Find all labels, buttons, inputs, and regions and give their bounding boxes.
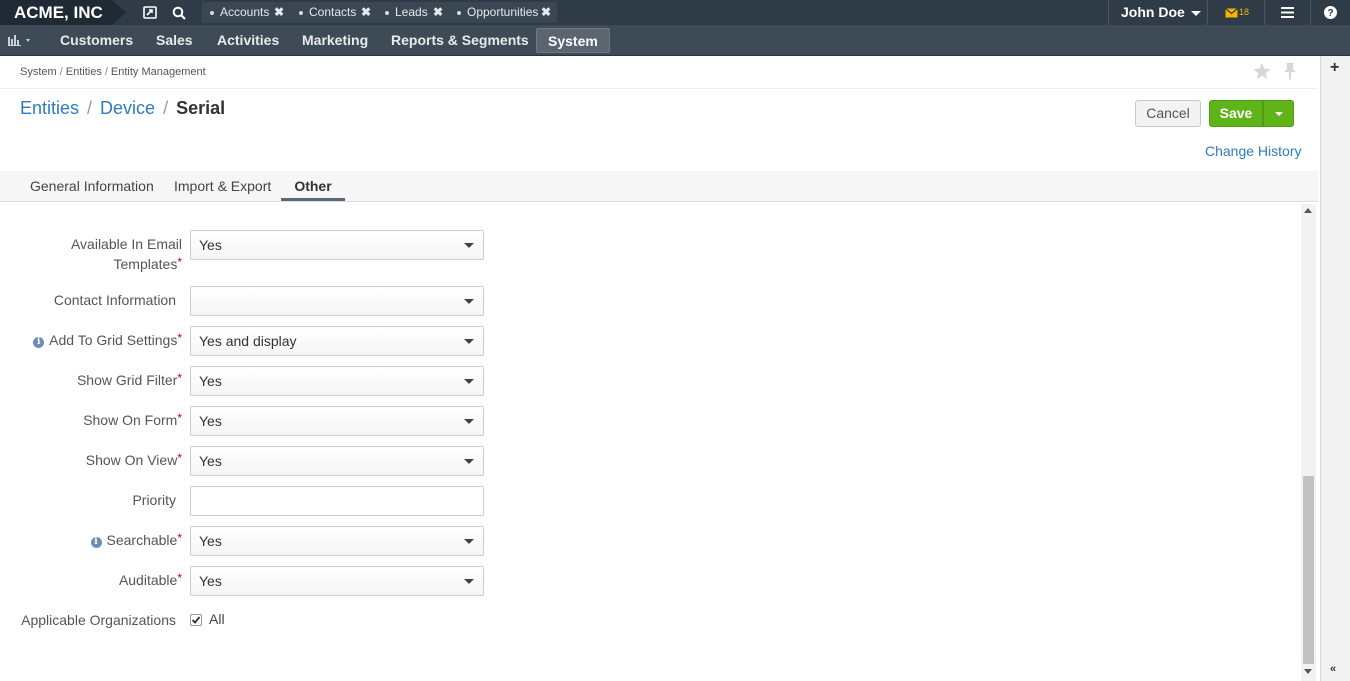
field-label: Auditable* xyxy=(118,571,182,588)
chevron-down-icon xyxy=(1190,10,1201,16)
chevron-down-icon xyxy=(464,379,474,384)
pinned-tab-leads[interactable]: Leads ✖ xyxy=(377,2,449,23)
chevron-down-icon xyxy=(1274,111,1283,116)
field-label: Priority xyxy=(132,492,176,508)
all-organizations-label: All xyxy=(209,611,225,627)
scroll-down-icon[interactable] xyxy=(1304,669,1312,674)
add-to-grid-settings-select[interactable]: Yes and display xyxy=(190,326,484,356)
chevron-down-icon xyxy=(464,339,474,344)
title-current: Serial xyxy=(176,98,226,118)
page-actions xyxy=(1252,62,1298,83)
pinned-tab-accounts[interactable]: Accounts ✖ xyxy=(202,2,291,23)
field-label: i Add To Grid Settings* xyxy=(33,330,182,351)
brand-logo[interactable]: ACME, INC xyxy=(0,0,126,25)
star-icon[interactable] xyxy=(1252,62,1272,80)
right-sidebar: + « xyxy=(1320,56,1350,681)
bar-chart-icon xyxy=(8,35,30,46)
field-label: Applicable Organizations xyxy=(21,612,176,628)
help-button[interactable]: ? xyxy=(1310,0,1350,25)
chevron-down-icon xyxy=(464,299,474,304)
notification-count: 18 xyxy=(1239,7,1250,17)
pinned-tab-contacts[interactable]: Contacts ✖ xyxy=(291,2,377,23)
all-organizations-checkbox[interactable] xyxy=(190,614,202,626)
field-label: Show On Form* xyxy=(83,411,182,428)
add-widget-icon[interactable]: + xyxy=(1330,59,1339,77)
hamburger-icon xyxy=(1280,7,1294,18)
save-options-button[interactable] xyxy=(1263,100,1294,127)
main-content: System / Entities / Entity Management Entiti… xyxy=(0,56,1318,681)
searchable-select[interactable]: Yes xyxy=(190,526,484,556)
question-icon: ? xyxy=(1324,6,1337,19)
show-grid-filter-select[interactable]: Yes xyxy=(190,366,484,396)
cancel-button[interactable]: Cancel xyxy=(1135,100,1201,127)
change-history-link[interactable]: Change History xyxy=(1205,143,1302,159)
close-icon[interactable]: ✖ xyxy=(433,2,443,23)
scroll-up-icon[interactable] xyxy=(1304,208,1312,213)
close-icon[interactable]: ✖ xyxy=(361,2,371,23)
nav-system[interactable]: System xyxy=(536,28,610,53)
nav-customers[interactable]: Customers xyxy=(49,28,144,53)
pinned-tab-opportunities[interactable]: Opportunities ✖ xyxy=(449,2,557,23)
history-icon[interactable] xyxy=(137,0,163,25)
scroll-thumb[interactable] xyxy=(1303,476,1314,664)
notifications-button[interactable]: 18 xyxy=(1207,0,1263,25)
pin-dot-icon xyxy=(210,10,214,15)
pin-icon[interactable] xyxy=(1282,62,1298,80)
user-menu[interactable]: John Doe xyxy=(1108,0,1206,25)
nav-sales[interactable]: Sales xyxy=(145,28,204,53)
info-icon[interactable]: i xyxy=(90,537,102,548)
main-menu-button[interactable] xyxy=(1264,0,1309,25)
tab-bar: General Information Import & Export Othe… xyxy=(0,171,1318,202)
chevron-down-icon xyxy=(464,579,474,584)
title-device-link[interactable]: Device xyxy=(100,98,155,118)
divider xyxy=(0,88,1318,89)
tab-general-information[interactable]: General Information xyxy=(30,171,154,201)
close-icon[interactable]: ✖ xyxy=(274,2,284,23)
field-label: Contact Information xyxy=(53,292,176,308)
nav-activities[interactable]: Activities xyxy=(206,28,290,53)
field-label: Show On View* xyxy=(85,451,182,468)
nav-marketing[interactable]: Marketing xyxy=(291,28,379,53)
breadcrumb: System / Entities / Entity Management xyxy=(20,66,206,78)
chevron-down-icon xyxy=(464,539,474,544)
content-scrollbar[interactable] xyxy=(1301,204,1316,681)
page-title: Entities / Device / Serial xyxy=(20,98,226,118)
tab-other[interactable]: Other xyxy=(281,171,345,201)
save-button[interactable]: Save xyxy=(1209,100,1263,127)
contact-information-select[interactable] xyxy=(190,286,484,316)
show-on-form-select[interactable]: Yes xyxy=(190,406,484,436)
checkmark-icon xyxy=(191,616,201,624)
show-on-view-select[interactable]: Yes xyxy=(190,446,484,476)
tab-import-export[interactable]: Import & Export xyxy=(174,171,271,201)
available-in-email-templates-select[interactable]: Yes xyxy=(190,230,484,260)
pin-dot-icon xyxy=(385,10,389,15)
nav-reports-segments[interactable]: Reports & Segments xyxy=(380,28,540,53)
collapse-sidebar-icon[interactable]: « xyxy=(1330,663,1336,675)
breadcrumb-system[interactable]: System xyxy=(20,66,57,78)
pin-dot-icon xyxy=(299,10,303,15)
pin-dot-icon xyxy=(457,10,461,15)
breadcrumb-entities[interactable]: Entities xyxy=(66,66,102,78)
chevron-down-icon xyxy=(464,243,474,248)
breadcrumb-entity-management: Entity Management xyxy=(110,66,206,78)
dashboard-menu[interactable] xyxy=(8,34,34,49)
chevron-down-icon xyxy=(464,419,474,424)
main-navigation: Customers Sales Activities Marketing Rep… xyxy=(0,25,1350,56)
search-icon[interactable] xyxy=(166,0,192,25)
auditable-select[interactable]: Yes xyxy=(190,566,484,596)
svg-text:?: ? xyxy=(1327,8,1333,19)
info-icon[interactable]: i xyxy=(33,337,45,348)
field-label: Available In Email Templates* xyxy=(70,236,182,272)
chevron-down-icon xyxy=(464,459,474,464)
priority-input[interactable] xyxy=(190,486,484,516)
title-entities-link[interactable]: Entities xyxy=(20,98,79,118)
field-label: i Searchable* xyxy=(90,530,182,551)
top-bar: ACME, INC Accounts ✖ Contacts ✖ Leads ✖ … xyxy=(0,0,1350,25)
close-icon[interactable]: ✖ xyxy=(541,2,551,23)
envelope-icon xyxy=(1225,8,1238,18)
field-label: Show Grid Filter* xyxy=(76,371,182,388)
